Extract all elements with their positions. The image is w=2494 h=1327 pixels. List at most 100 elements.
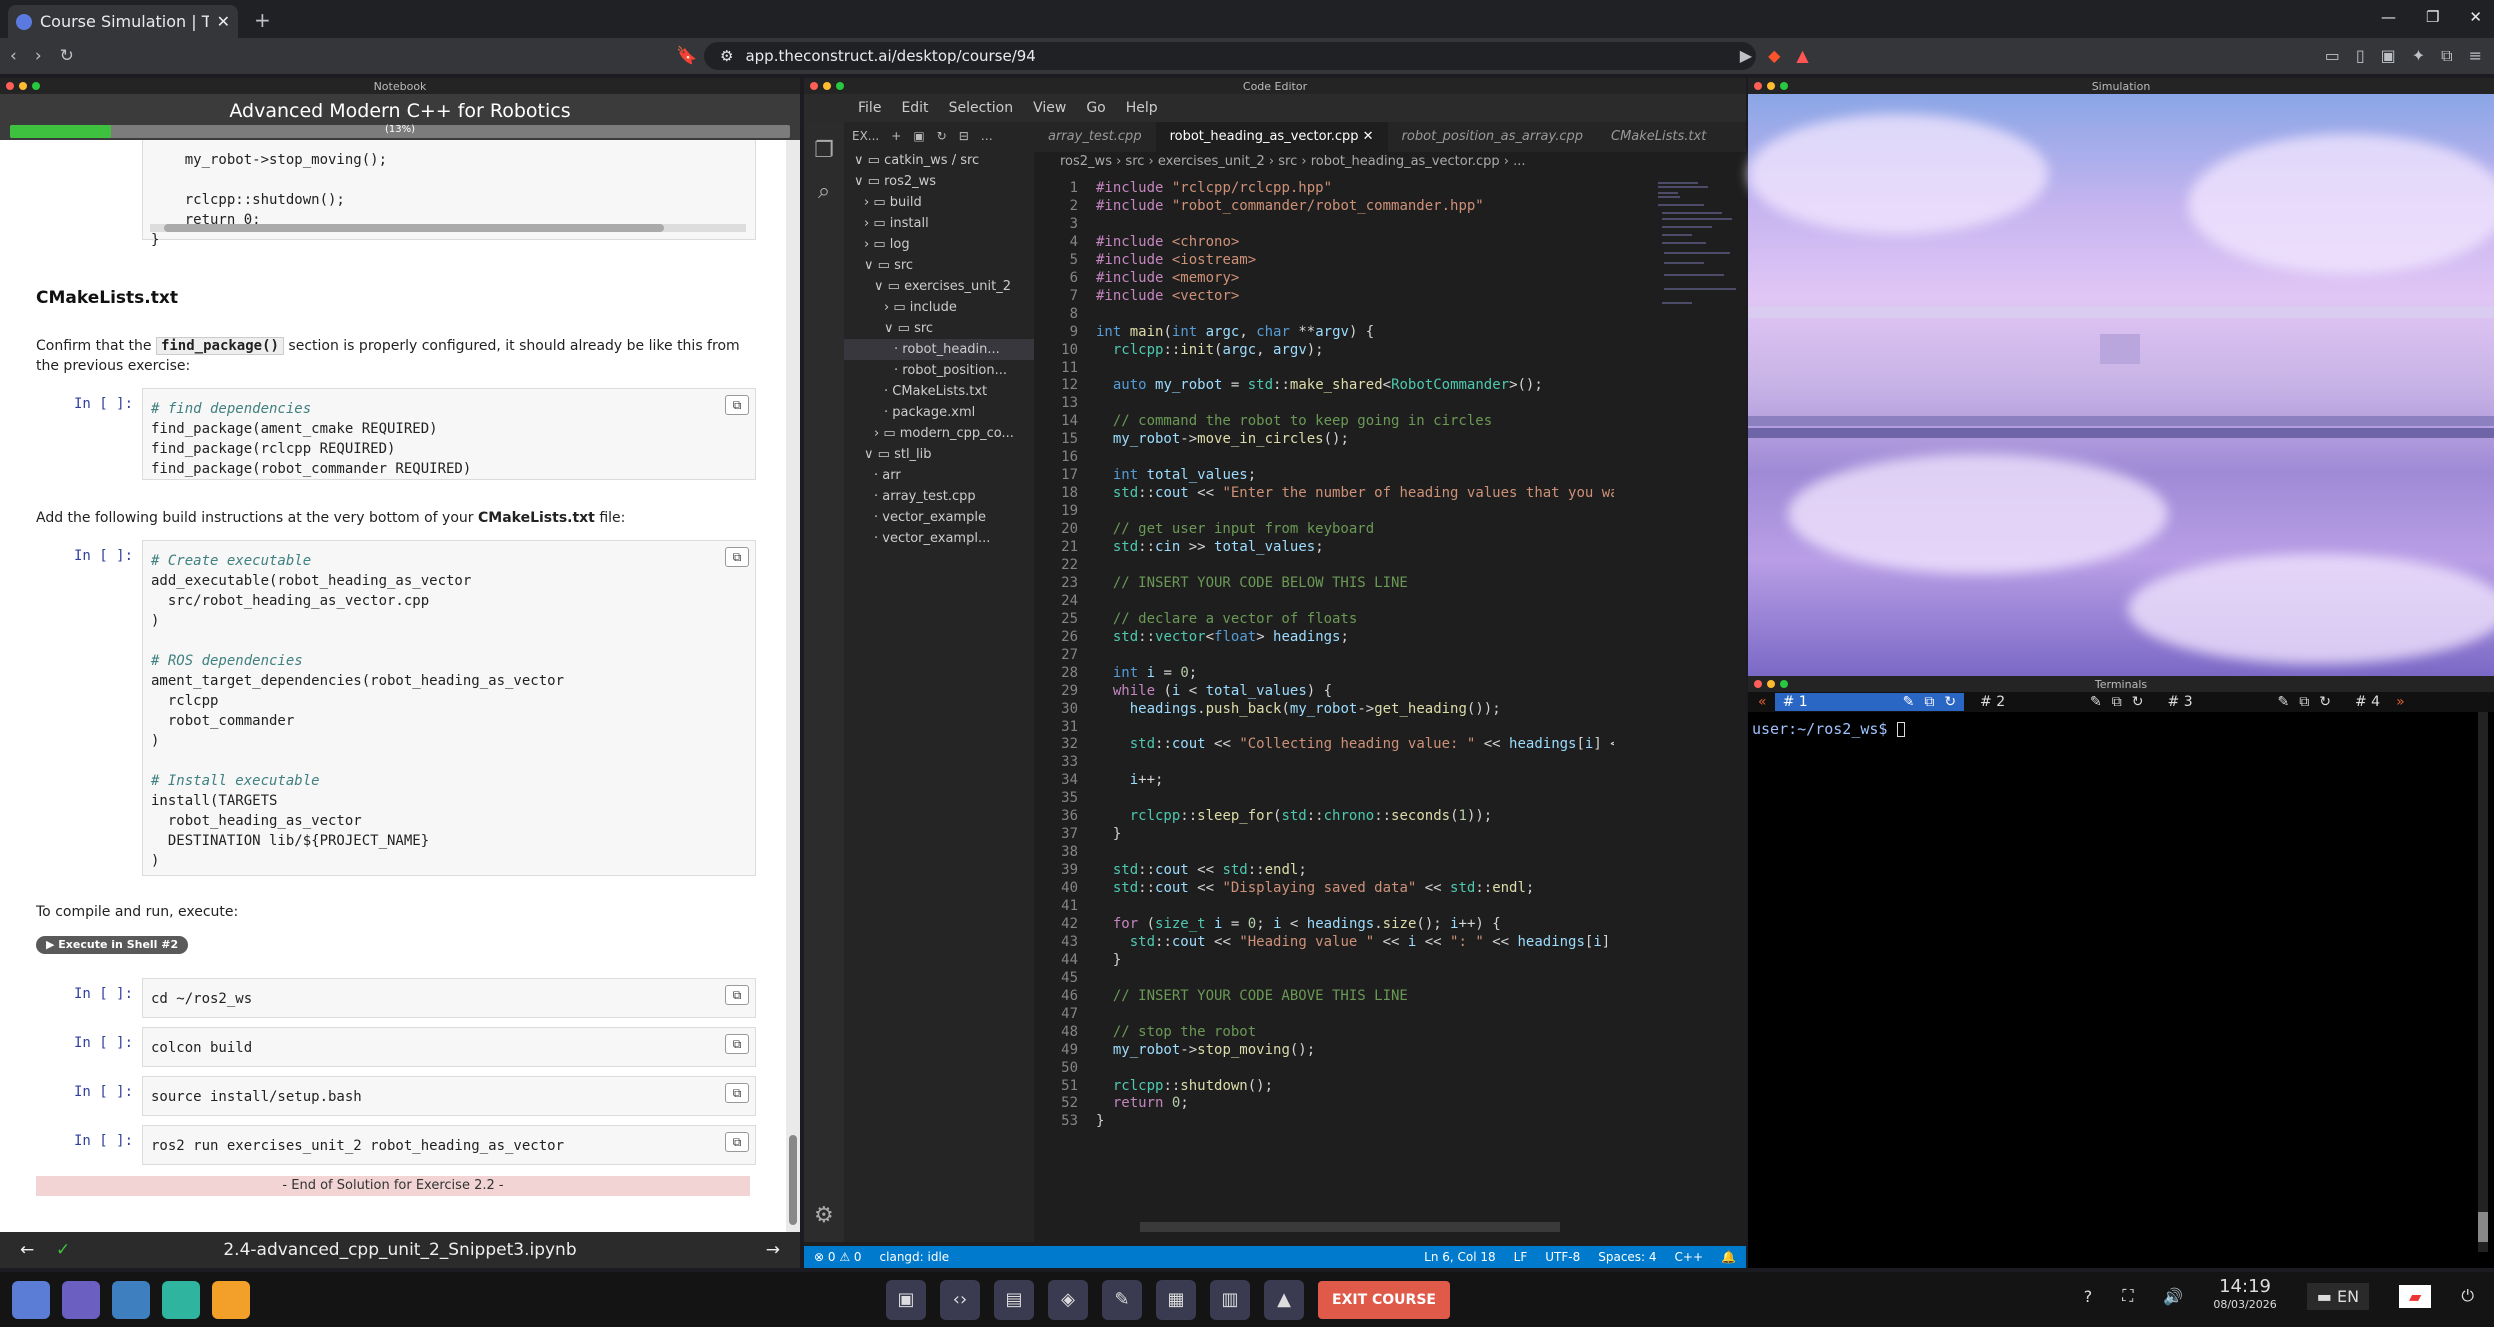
tree-item[interactable]: › ▭ install	[844, 213, 1034, 234]
tree-item[interactable]: › ▭ log	[844, 234, 1034, 255]
restart-icon[interactable]: ↻	[2132, 694, 2144, 710]
notification-icon[interactable]: ▰	[2399, 1284, 2432, 1308]
popout-icon[interactable]: ⧉	[2112, 694, 2122, 710]
indent-status[interactable]: Spaces: 4	[1598, 1250, 1656, 1264]
power-icon[interactable]: ⏻	[2461, 1286, 2474, 1306]
forward-icon[interactable]: ›	[35, 46, 42, 66]
tree-item[interactable]: ∨ ▭ exercises_unit_2	[844, 276, 1034, 297]
maximize-dot-icon[interactable]	[1780, 82, 1788, 90]
code-cell-build-cmd[interactable]: colcon build ⧉	[142, 1027, 756, 1067]
code-line[interactable]: // stop the robot	[1096, 1024, 1256, 1042]
brave-shield-icon[interactable]: ◆	[1768, 46, 1780, 66]
copy-icon[interactable]: ⧉	[725, 1034, 749, 1054]
code-line[interactable]: #include "robot_commander/robot_commande…	[1096, 198, 1484, 216]
new-folder-icon[interactable]: ▣	[913, 129, 924, 143]
code-line[interactable]: // command the robot to keep going in ci…	[1096, 413, 1492, 431]
encoding-status[interactable]: UTF-8	[1545, 1250, 1580, 1264]
close-dot-icon[interactable]	[6, 82, 14, 90]
code-line[interactable]: #include "rclcpp/rclcpp.hpp"	[1096, 180, 1332, 198]
help-icon[interactable]: ?	[2084, 1287, 2093, 1306]
tree-item[interactable]: · vector_exampl...	[844, 528, 1034, 549]
terminal-tab-2[interactable]: # 2 ✎ ⧉ ↻	[1972, 693, 2151, 711]
copy-icon[interactable]: ⧉	[725, 395, 749, 415]
notebook-app-icon[interactable]: ▤	[994, 1280, 1034, 1320]
code-line[interactable]: headings.push_back(my_robot->get_heading…	[1096, 701, 1501, 719]
more-icon[interactable]: …	[981, 129, 993, 143]
language-status[interactable]: C++	[1675, 1250, 1704, 1264]
code-line[interactable]: std::cout << "Collecting heading value: …	[1096, 736, 1614, 754]
book-app-icon[interactable]: ▥	[1210, 1280, 1250, 1320]
popout-icon[interactable]: ⧉	[1924, 694, 1934, 710]
code-line[interactable]: my_robot->move_in_circles();	[1096, 431, 1349, 449]
site-info-icon[interactable]: ⚙	[720, 47, 733, 65]
tree-item[interactable]: · array_test.cpp	[844, 486, 1034, 507]
code-line[interactable]: std::cout << "Displaying saved data" << …	[1096, 880, 1535, 898]
code-line[interactable]: auto my_robot = std::make_shared<RobotCo…	[1096, 377, 1543, 395]
code-cell-source[interactable]: source install/setup.bash ⧉	[142, 1076, 756, 1116]
next-arrow-icon[interactable]: →	[766, 1240, 780, 1260]
code-cell-cd[interactable]: cd ~/ros2_ws ⧉	[142, 978, 756, 1018]
edit-icon[interactable]: ✎	[1903, 694, 1915, 710]
code-line[interactable]: std::cin >> total_values;	[1096, 539, 1324, 557]
refresh-icon[interactable]: ↻	[937, 129, 947, 143]
tree-item[interactable]: · robot_headin...	[844, 339, 1034, 360]
editor-tab[interactable]: robot_position_as_array.cpp	[1388, 122, 1597, 152]
code-line[interactable]: #include <vector>	[1096, 288, 1239, 306]
code-line[interactable]: // get user input from keyboard	[1096, 521, 1374, 539]
minimize-dot-icon[interactable]	[823, 82, 831, 90]
close-window-icon[interactable]: ✕	[2469, 8, 2482, 26]
new-tab-icon[interactable]: +	[254, 8, 271, 32]
sidebar-icon[interactable]: ▯	[2356, 46, 2365, 66]
breadcrumb-item[interactable]: › src	[1112, 154, 1144, 169]
prev-arrow-icon[interactable]: ←	[20, 1240, 34, 1260]
maximize-dot-icon[interactable]	[836, 82, 844, 90]
tree-item[interactable]: · package.xml	[844, 402, 1034, 423]
notebook-scrollbar[interactable]	[786, 140, 800, 1232]
tree-item[interactable]: · arr	[844, 465, 1034, 486]
terminal-output[interactable]: user:~/ros2_ws$	[1748, 712, 2494, 746]
menu-help[interactable]: Help	[1126, 100, 1158, 116]
tree-item[interactable]: ∨ ▭ src	[844, 255, 1034, 276]
close-dot-icon[interactable]	[1754, 82, 1762, 90]
maximize-dot-icon[interactable]	[32, 82, 40, 90]
course-icon[interactable]	[62, 1280, 100, 1319]
minimize-icon[interactable]: —	[2381, 8, 2396, 26]
terminal-tab-3[interactable]: # 3 ✎ ⧉ ↻	[2160, 693, 2339, 711]
editor-tab[interactable]: CMakeLists.txt	[1597, 122, 1720, 152]
code-cell-run[interactable]: ros2 run exercises_unit_2 robot_heading_…	[142, 1125, 756, 1165]
code-line[interactable]: std::cout << "Enter the number of headin…	[1096, 485, 1614, 503]
maximize-icon[interactable]: ❐	[2426, 8, 2439, 26]
code-line[interactable]: for (size_t i = 0; i < headings.size(); …	[1096, 916, 1501, 934]
popout-icon[interactable]: ⧉	[2299, 694, 2309, 710]
minimize-dot-icon[interactable]	[19, 82, 27, 90]
minimap[interactable]	[1656, 178, 1736, 328]
menu-selection[interactable]: Selection	[949, 100, 1014, 116]
reload-icon[interactable]: ↻	[60, 46, 74, 66]
tree-item[interactable]: ∨ ▭ catkin_ws / src	[844, 150, 1034, 171]
code-line[interactable]: }	[1096, 826, 1121, 844]
editor-tab[interactable]: robot_heading_as_vector.cpp ✕	[1155, 122, 1388, 152]
terminal-tab-4[interactable]: # 4	[2347, 693, 2388, 711]
code-line[interactable]: int i = 0;	[1096, 665, 1197, 683]
close-dot-icon[interactable]	[1754, 680, 1762, 688]
ai-icon[interactable]: ✦	[2412, 46, 2425, 66]
editor-tab[interactable]: array_test.cpp	[1034, 122, 1156, 152]
code-line[interactable]: i++;	[1096, 772, 1164, 790]
alert-app-icon[interactable]: ▲	[1264, 1280, 1304, 1320]
code-line[interactable]: #include <memory>	[1096, 270, 1239, 288]
copy-icon[interactable]: ⧉	[725, 1132, 749, 1152]
close-tab-icon[interactable]: ✕	[217, 12, 230, 31]
menu-file[interactable]: File	[858, 100, 881, 116]
tree-item[interactable]: ∨ ▭ ros2_ws	[844, 171, 1034, 192]
code-line[interactable]: // INSERT YOUR CODE BELOW THIS LINE	[1096, 575, 1408, 593]
fullscreen-icon[interactable]: ⛶	[2122, 1286, 2133, 1306]
scroll-right-icon[interactable]: »	[2396, 694, 2405, 710]
code-line[interactable]: rclcpp::sleep_for(std::chrono::seconds(1…	[1096, 808, 1493, 826]
menu-go[interactable]: Go	[1086, 100, 1105, 116]
search-icon[interactable]: ⌕	[804, 179, 844, 204]
simulation-app-icon[interactable]: ◈	[1048, 1280, 1088, 1320]
breadcrumb-item[interactable]: ros2_ws	[1060, 154, 1112, 169]
settings-gear-icon[interactable]: ⚙	[814, 1203, 834, 1228]
code-line[interactable]: }	[1096, 1113, 1104, 1131]
back-icon[interactable]: ‹	[10, 46, 17, 66]
